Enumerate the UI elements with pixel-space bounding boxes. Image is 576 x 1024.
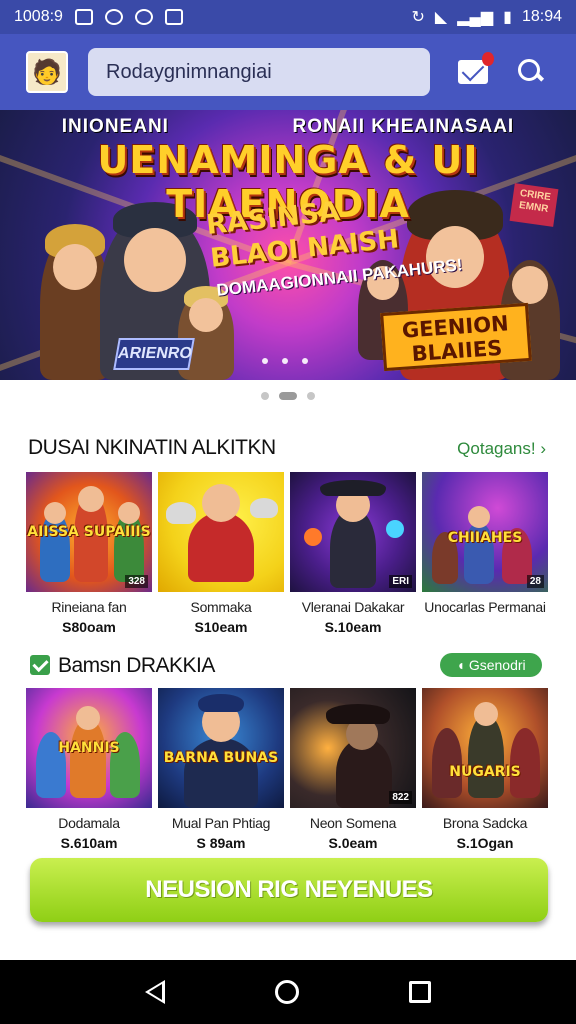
game-thumbnail: ERI <box>290 472 416 592</box>
app-bar: 🧑 Rodaygnimnangiai <box>0 34 576 110</box>
clock-icon <box>134 9 153 25</box>
game-price: S.0eam <box>328 835 378 851</box>
notification-dot <box>482 52 494 66</box>
banner-badge-left: ARIENRO <box>113 338 195 370</box>
game-tag: 328 <box>125 575 148 588</box>
section2-title: Bamsn DRAKKIA <box>58 654 215 677</box>
game-thumbnail: BARNA BUNAS <box>158 688 284 808</box>
mail-icon[interactable] <box>458 52 494 84</box>
game-thumbnail: CHIIAHES 28 <box>422 472 548 592</box>
banner-badge-right: GEENION BLAIIES <box>380 302 532 372</box>
hero-banner[interactable]: INIONEANI RONAII KHEAINASAAI UENAMINGA &… <box>0 110 576 380</box>
game-card[interactable]: BARNA BUNAS Mual Pan Phtiag S 89am <box>158 688 284 851</box>
game-thumbnail: HANNIS <box>26 688 152 808</box>
search-value: Rodaygnimnangiai <box>106 60 272 83</box>
banner-top-left: INIONEANI <box>61 116 169 137</box>
carousel-dot[interactable] <box>261 392 269 400</box>
game-name: Rineiana fan <box>51 599 127 615</box>
banner-top-right: RONAII KHEAINASAAI <box>292 116 515 137</box>
game-price: S.10eam <box>324 619 382 635</box>
status-bar: 1008:9 ↻ ◣ ▂▄▆ ▮ 18:94 <box>0 0 576 34</box>
game-title-art: NUGARIS <box>449 764 521 780</box>
recent-apps-icon[interactable] <box>409 981 431 1003</box>
primary-cta-button[interactable]: NEUSION RIG NEYENUES <box>30 858 548 922</box>
game-name: Dodamala <box>58 815 120 831</box>
signal-icon: ▂▄▆ <box>457 9 494 26</box>
game-price: S.1Ogan <box>456 835 514 851</box>
home-icon[interactable] <box>275 980 299 1004</box>
section1-title: DUSAI NKINATIN ALKITKN <box>28 436 276 459</box>
banner-flag: CRIRE EMNR <box>509 183 559 227</box>
game-name: Sommaka <box>190 599 252 615</box>
game-title-art: CHIIAHES <box>447 530 523 546</box>
game-price: S.610am <box>60 835 118 851</box>
search-icon[interactable] <box>518 59 544 85</box>
game-card[interactable]: NUGARIS Brona Sadcka S.1Ogan <box>422 688 548 851</box>
game-name: Brona Sadcka <box>442 815 528 831</box>
game-card[interactable]: Sommaka S10eam <box>158 472 284 635</box>
game-name: Vleranai Dakakar <box>301 599 405 615</box>
check-icon <box>30 655 50 675</box>
game-tag: 822 <box>389 791 412 804</box>
game-tag: ERI <box>389 575 412 588</box>
carousel-dot[interactable] <box>307 392 315 400</box>
section1-see-all-link[interactable]: Qotagans! › <box>457 439 546 459</box>
game-thumbnail: NUGARIS <box>422 688 548 808</box>
back-icon[interactable] <box>145 980 165 1004</box>
game-name: Mual Pan Phtiag <box>171 815 271 831</box>
game-card[interactable]: ERI Vleranai Dakakar S.10eam <box>290 472 416 635</box>
game-thumbnail: 822 <box>290 688 416 808</box>
game-title-art: BARNA BUNAS <box>163 750 279 766</box>
section1-grid: AIISSA SUPAIIIS 328 Rineiana fan S80oam … <box>26 472 552 635</box>
carousel-dot-active[interactable] <box>279 392 297 400</box>
game-title-art: HANNIS <box>58 740 120 756</box>
game-title-art: AIISSA SUPAIIIS <box>27 524 151 540</box>
pill-label: Gsenodri <box>468 657 526 673</box>
game-price: S10eam <box>194 619 248 635</box>
game-card[interactable]: HANNIS Dodamala S.610am <box>26 688 152 851</box>
section2-grid: HANNIS Dodamala S.610am BARNA BUNAS Mual… <box>26 688 552 851</box>
game-card[interactable]: 822 Neon Somena S.0eam <box>290 688 416 851</box>
section2-filter-pill[interactable]: ◖ Gsenodri <box>440 653 542 677</box>
game-thumbnail <box>158 472 284 592</box>
notification-app-icon <box>104 9 123 25</box>
status-time-left: 1008:9 <box>14 8 63 25</box>
game-tag: 28 <box>526 575 544 588</box>
message-icon <box>164 9 183 25</box>
banner-subheadings: INIONEANI RONAII KHEAINASAAI <box>0 116 576 138</box>
game-thumbnail: AIISSA SUPAIIIS 328 <box>26 472 152 592</box>
game-name: Neon Somena <box>309 815 397 831</box>
game-card[interactable]: AIISSA SUPAIIIS 328 Rineiana fan S80oam <box>26 472 152 635</box>
system-nav-bar <box>0 960 576 1024</box>
carousel-indicator[interactable] <box>0 392 576 400</box>
battery-icon: ▮ <box>503 9 512 26</box>
banner-inner-dots <box>262 358 308 364</box>
profile-avatar[interactable]: 🧑 <box>26 51 68 93</box>
game-card[interactable]: CHIIAHES 28 Unocarlas Permanai <box>422 472 548 635</box>
status-time-right: 18:94 <box>521 8 562 25</box>
wifi-icon: ◣ <box>434 9 448 26</box>
vibrate-icon: ↻ <box>411 9 425 26</box>
game-price: S80oam <box>62 619 116 635</box>
game-name: Unocarlas Permanai <box>424 599 546 615</box>
leaf-icon: ◖ <box>456 657 465 673</box>
gallery-icon <box>74 9 93 25</box>
search-field[interactable]: Rodaygnimnangiai <box>88 48 430 96</box>
game-price: S 89am <box>196 835 246 851</box>
